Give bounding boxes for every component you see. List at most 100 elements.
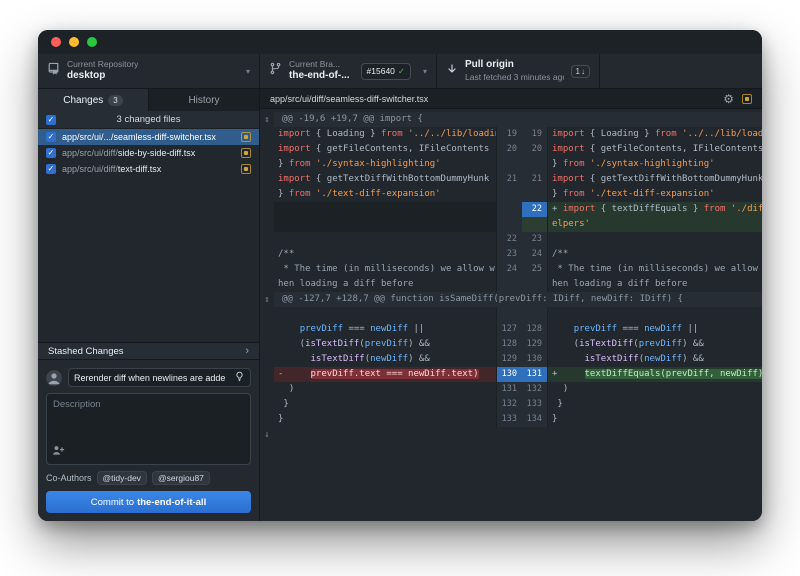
file-row-text-diff[interactable]: ✓ app/src/ui/diff/text-diff.tsx [38,161,259,177]
minimize-window-button[interactable] [69,37,79,47]
close-window-button[interactable] [51,37,61,47]
file-row-side-by-side-diff[interactable]: ✓ app/src/ui/diff/side-by-side-diff.tsx [38,145,259,161]
diff-row: )131132 ) [260,382,762,397]
line-number-old[interactable]: 21 [496,172,522,187]
diff-row: elpers' [260,217,762,232]
line-number-new[interactable]: 131 [522,367,548,382]
tab-history[interactable]: History [148,89,259,111]
diff-row: hen loading a diff beforehen loading a d… [260,277,762,292]
line-number-new[interactable] [522,157,548,172]
commit-form: Rerender diff when newlines are adde Des… [38,360,259,521]
diff-code-right: } [548,412,762,427]
changes-sidebar: Changes 3 History ✓ 3 changed files ✓ [38,89,260,521]
diff-tail-row: ↓ [260,427,762,442]
file-row-seamless-diff-switcher[interactable]: ✓ app/src/ui/.../seamless-diff-switcher.… [38,129,259,145]
changes-count-badge: 3 [108,95,122,106]
diff-code-left: (isTextDiff(prevDiff) && [274,337,496,352]
pr-status-badge[interactable]: #15640 ✓ [361,63,412,80]
file-checkbox[interactable]: ✓ [46,148,56,158]
line-number-new[interactable]: 129 [522,337,548,352]
diff-code-right: import { getTextDiffWithBottomDummyHunk [548,172,762,187]
diff-code-right: } [548,397,762,412]
pull-origin-button[interactable]: Pull origin Last fetched 3 minutes ago 1… [437,54,600,88]
commit-button-branch: the-end-of-it-all [137,497,206,508]
line-number-new[interactable]: 21 [522,172,548,187]
line-number-old[interactable]: 131 [496,382,522,397]
line-number-old[interactable]: 128 [496,337,522,352]
coauthor-pill[interactable]: @tidy-dev [97,471,147,485]
line-number-new[interactable] [522,217,548,232]
file-checkbox[interactable]: ✓ [46,132,56,142]
lightbulb-icon[interactable] [234,371,245,384]
line-number-new[interactable]: 22 [522,202,548,217]
line-number-old[interactable]: 129 [496,352,522,367]
commit-button[interactable]: Commit to the-end-of-it-all [46,491,251,513]
coauthor-pill[interactable]: @sergiou87 [152,471,210,485]
line-number-old[interactable]: 24 [496,262,522,277]
line-number-old[interactable]: 130 [496,367,522,382]
line-number-old[interactable]: 19 [496,127,522,142]
line-number-new[interactable]: 24 [522,247,548,262]
commit-summary-input[interactable]: Rerender diff when newlines are adde [68,368,251,387]
line-number-old[interactable] [496,187,522,202]
line-number-new[interactable]: 133 [522,397,548,412]
pull-status: Last fetched 3 minutes ago [465,72,564,83]
diff-code-left: - prevDiff.text === newDiff.text) [274,367,496,382]
stashed-changes-label: Stashed Changes [48,346,124,357]
line-number-old[interactable] [496,157,522,172]
expand-down-button[interactable]: ↓ [260,427,274,442]
commit-description-input[interactable]: Description [46,393,251,465]
check-icon: ✓ [48,164,55,174]
diff-row: /**2324/** [260,247,762,262]
titlebar[interactable] [38,30,762,54]
expand-hunk-button[interactable]: ↕ [260,112,274,127]
line-number-new[interactable]: 130 [522,352,548,367]
line-number-old[interactable]: 133 [496,412,522,427]
line-number-new[interactable]: 134 [522,412,548,427]
line-number-new[interactable] [522,277,548,292]
line-number-old[interactable]: 132 [496,397,522,412]
select-all-checkbox[interactable]: ✓ [46,115,56,125]
diff-code-left: } from './text-diff-expansion' [274,187,496,202]
diff-row: } from './syntax-highlighting'} from './… [260,157,762,172]
diff-row: import { getFileContents, IFileContents2… [260,142,762,157]
zoom-window-button[interactable] [87,37,97,47]
line-number-old[interactable]: 20 [496,142,522,157]
add-coauthor-icon[interactable] [52,444,65,460]
line-number-old[interactable] [496,307,522,322]
line-number-new[interactable] [522,307,548,322]
line-number-old[interactable]: 23 [496,247,522,262]
line-number-old[interactable]: 127 [496,322,522,337]
line-number-new[interactable]: 20 [522,142,548,157]
line-number-new[interactable]: 25 [522,262,548,277]
diff-code-left: import { getTextDiffWithBottomDummyHunk [274,172,496,187]
line-number-old[interactable] [496,217,522,232]
line-number-new[interactable]: 128 [522,322,548,337]
hunk-header-row: ↕@@ -127,7 +128,7 @@ function isSameDiff… [260,292,762,307]
line-number-new[interactable]: 132 [522,382,548,397]
line-number-old[interactable]: 22 [496,232,522,247]
file-checkbox[interactable]: ✓ [46,164,56,174]
expand-hunk-button[interactable]: ↕ [260,292,274,307]
pull-label: Pull origin [465,59,564,72]
line-number-old[interactable] [496,277,522,292]
stashed-changes-row[interactable]: Stashed Changes › [38,342,259,360]
pull-count: 1 [576,67,580,76]
modified-icon [241,164,251,174]
file-path: app/src/ui/diff/side-by-side-diff.tsx [62,148,235,158]
tab-changes[interactable]: Changes 3 [38,89,148,111]
hunk-header-row: ↕@@ -19,6 +19,7 @@ import { [260,112,762,127]
line-number-old[interactable] [496,202,522,217]
branch-switcher-button[interactable]: Current Bra... the-end-of-... #15640 ✓ ▾ [260,54,437,88]
commit-button-prefix: Commit to [91,497,134,508]
diff-code-right: } from './text-diff-expansion' [548,187,762,202]
repository-switcher-button[interactable]: Current Repository desktop ▾ [38,54,260,88]
chevron-right-icon: › [245,346,249,357]
line-number-new[interactable]: 19 [522,127,548,142]
line-number-new[interactable]: 23 [522,232,548,247]
pull-count-badge: 1 ↓ [571,65,590,78]
changed-files-header: ✓ 3 changed files [38,111,259,129]
line-number-new[interactable] [522,187,548,202]
diff-code-left: * The time (in milliseconds) we allow w [274,262,496,277]
gear-icon[interactable]: ⚙ [723,93,734,105]
